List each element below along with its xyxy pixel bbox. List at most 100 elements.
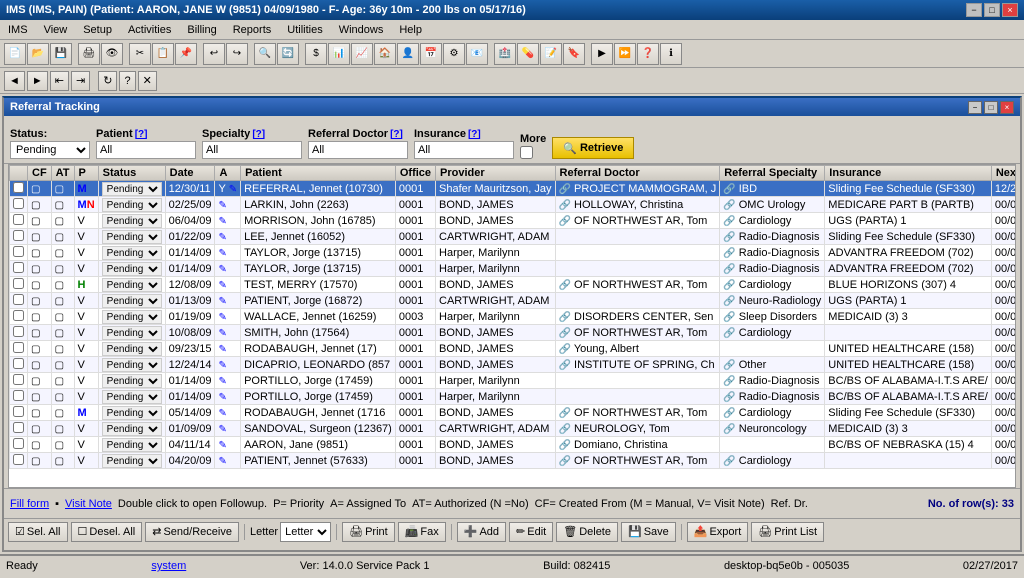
row-status-select[interactable]: Pending [102,230,162,244]
referral-doctor-filter-input[interactable] [308,141,408,159]
letter-select[interactable]: Letter [280,522,331,542]
tb-b2[interactable]: 📊 [328,43,350,65]
status-select[interactable]: Pending All [10,141,90,159]
row-status-select[interactable]: Pending [102,310,162,324]
table-row[interactable]: ▢ ▢ V Pending 04/11/14 ✎ AARON, Jane (98… [10,437,1017,453]
export-button[interactable]: 📤 Export [687,522,749,542]
nav-end-button[interactable]: ⇥ [71,71,90,91]
col-date[interactable]: Date [165,166,215,181]
table-row[interactable]: ▢ ▢ V Pending 09/23/15 ✎ RODABAUGH, Jenn… [10,341,1017,357]
row-edit-icon[interactable]: ✎ [218,200,226,211]
row-edit-icon[interactable]: ✎ [218,424,226,435]
row-status-select[interactable]: Pending [102,182,162,196]
tb-b4[interactable]: 🏠 [374,43,396,65]
desel-all-button[interactable]: ☐ Desel. All [71,522,143,542]
row-checkbox[interactable] [13,422,24,433]
tb-redo-button[interactable]: ↪ [226,43,248,65]
nav-forward-button[interactable]: ► [27,71,48,91]
row-checkbox[interactable] [13,310,24,321]
tb-save-tb-button[interactable]: 💾 [50,43,72,65]
row-edit-icon[interactable]: ✎ [218,216,226,227]
row-status-select[interactable]: Pending [102,342,162,356]
delete-button[interactable]: 🗑 Delete [556,522,618,542]
table-row[interactable]: ▢ ▢ V Pending 01/14/09 ✎ TAYLOR, Jorge (… [10,245,1017,261]
table-row[interactable]: ▢ ▢ V Pending 01/19/09 ✎ WALLACE, Jennet… [10,309,1017,325]
save-button[interactable]: 💾 Save [621,522,676,542]
tb-new-button[interactable]: 📄 [4,43,26,65]
row-edit-icon[interactable]: ✎ [218,264,226,275]
row-checkbox[interactable] [13,214,24,225]
restore-button[interactable]: □ [984,3,1000,17]
row-status-select[interactable]: Pending [102,198,162,212]
row-edit-icon[interactable]: ✎ [218,456,226,467]
col-at[interactable]: AT [51,166,74,181]
row-status-select[interactable]: Pending [102,406,162,420]
patient-help-icon[interactable]: [?] [135,129,148,140]
col-cf[interactable]: CF [28,166,52,181]
row-edit-icon[interactable]: ✎ [218,232,226,243]
tb-b9[interactable]: 🏥 [494,43,516,65]
tb-b8[interactable]: 📧 [466,43,488,65]
table-row[interactable]: ▢ ▢ V Pending 01/13/09 ✎ PATIENT, Jorge … [10,293,1017,309]
tb-b10[interactable]: 💊 [517,43,539,65]
tb-b7[interactable]: ⚙ [443,43,465,65]
table-row[interactable]: ▢ ▢ M Pending 05/14/09 ✎ RODABAUGH, Jenn… [10,405,1017,421]
col-p[interactable]: P [74,166,98,181]
retrieve-button[interactable]: 🔍 Retrieve [552,137,634,159]
table-row[interactable]: ▢ ▢ V Pending 10/08/09 ✎ SMITH, John (17… [10,325,1017,341]
tb-b6[interactable]: 📅 [420,43,442,65]
col-ref-specialty[interactable]: Referral Specialty [720,166,825,181]
col-next-followup[interactable]: Next Followup [991,166,1016,181]
tb-replace-button[interactable]: 🔄 [277,43,299,65]
tb-paste-button[interactable]: 📌 [175,43,197,65]
table-row[interactable]: ▢ ▢ V Pending 01/14/09 ✎ PORTILLO, Jorge… [10,373,1017,389]
row-checkbox[interactable] [13,246,24,257]
sel-all-button[interactable]: ☑ Sel. All [8,522,68,542]
more-checkbox[interactable] [520,146,533,159]
table-row[interactable]: ▢ ▢ V Pending 01/14/09 ✎ TAYLOR, Jorge (… [10,261,1017,277]
row-edit-icon[interactable]: ✎ [218,312,226,323]
menu-setup[interactable]: Setup [79,23,116,37]
col-a[interactable]: A [215,166,241,181]
specialty-filter-input[interactable] [202,141,302,159]
system-link[interactable]: system [151,560,186,572]
tb-b16[interactable]: ℹ [660,43,682,65]
nav-back-button[interactable]: ◄ [4,71,25,91]
tb-b1[interactable]: $ [305,43,327,65]
nav-help-button[interactable]: ? [119,71,135,91]
row-checkbox[interactable] [13,406,24,417]
table-row[interactable]: ▢ ▢ H Pending 12/08/09 ✎ TEST, MERRY (17… [10,277,1017,293]
row-status-select[interactable]: Pending [102,278,162,292]
row-edit-icon[interactable]: ✎ [218,344,226,355]
nav-close-nav-button[interactable]: ✕ [138,71,157,91]
row-status-select[interactable]: Pending [102,214,162,228]
row-status-select[interactable]: Pending [102,294,162,308]
visit-note-link[interactable]: Visit Note [65,498,112,510]
row-checkbox[interactable] [13,230,24,241]
nav-refresh-button[interactable]: ↻ [98,71,117,91]
tb-print-button[interactable]: 🖨 [78,43,100,65]
minimize-button[interactable]: − [966,3,982,17]
row-edit-icon[interactable]: ✎ [218,440,226,451]
tb-cut-button[interactable]: ✂ [129,43,151,65]
row-checkbox[interactable] [13,390,24,401]
row-checkbox[interactable] [13,182,24,193]
row-edit-icon[interactable]: ✎ [218,360,226,371]
tb-b5[interactable]: 👤 [397,43,419,65]
menu-help[interactable]: Help [395,23,426,37]
col-provider[interactable]: Provider [436,166,556,181]
col-status[interactable]: Status [98,166,165,181]
menu-billing[interactable]: Billing [183,23,220,37]
row-checkbox[interactable] [13,342,24,353]
specialty-help-icon[interactable]: [?] [252,129,265,140]
row-checkbox[interactable] [13,262,24,273]
referral-doctor-help-icon[interactable]: [?] [390,129,403,140]
nav-home-button[interactable]: ⇤ [50,71,69,91]
table-row[interactable]: ▢ ▢ V Pending 06/04/09 ✎ MORRISON, John … [10,213,1017,229]
menu-windows[interactable]: Windows [335,23,388,37]
tb-b12[interactable]: 🔖 [563,43,585,65]
table-row[interactable]: ▢ ▢ V Pending 01/09/09 ✎ SANDOVAL, Surge… [10,421,1017,437]
rt-minimize-button[interactable]: − [968,101,982,114]
fax-button[interactable]: 📠 Fax [398,522,446,542]
col-office[interactable]: Office [395,166,435,181]
